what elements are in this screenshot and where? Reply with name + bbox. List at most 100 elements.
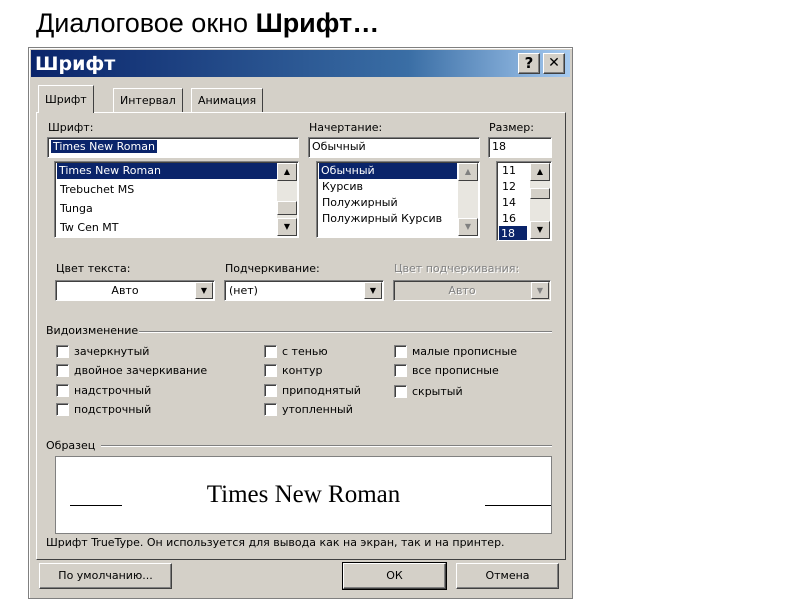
text-color-label: Цвет текста: bbox=[56, 262, 131, 275]
checkbox-label: скрытый bbox=[412, 385, 463, 398]
slide-title: Диалоговое окно Шрифт… bbox=[36, 8, 379, 39]
style-list-item-selected[interactable]: Обычный bbox=[319, 163, 457, 179]
font-list-scrollbar[interactable]: ▲ ▼ bbox=[277, 163, 297, 236]
down-arrow-icon[interactable]: ▼ bbox=[530, 221, 550, 239]
help-icon: ? bbox=[524, 54, 534, 72]
underline-color-value: Авто bbox=[448, 284, 476, 297]
tab-animation[interactable]: Анимация bbox=[191, 88, 264, 112]
checkbox-label: надстрочный bbox=[74, 384, 152, 397]
down-arrow-icon[interactable]: ▼ bbox=[458, 218, 478, 236]
effects-label: Видоизменение bbox=[46, 324, 139, 337]
sample-preview: Times New Roman bbox=[55, 456, 552, 534]
list-item[interactable]: Полужирный Курсив bbox=[320, 211, 444, 227]
down-arrow-icon[interactable]: ▼ bbox=[277, 218, 297, 236]
slide-title-bold: Шрифт… bbox=[255, 8, 380, 38]
list-item[interactable]: 12 bbox=[500, 179, 518, 195]
size-input[interactable]: 18 bbox=[488, 137, 552, 158]
style-value: Обычный bbox=[312, 140, 366, 153]
checkbox-label: контур bbox=[282, 364, 323, 377]
list-item[interactable]: 14 bbox=[500, 195, 518, 211]
checkbox-superscript[interactable] bbox=[56, 384, 69, 397]
list-item[interactable]: Tw Cen MT bbox=[58, 220, 121, 236]
tab-font[interactable]: Шрифт bbox=[38, 85, 94, 113]
checkbox-shadow[interactable] bbox=[264, 345, 277, 358]
sample-baseline-right bbox=[485, 505, 551, 506]
list-item[interactable]: Полужирный bbox=[320, 195, 400, 211]
underline-value: (нет) bbox=[229, 284, 258, 297]
checkbox-label: утопленный bbox=[282, 403, 353, 416]
chevron-down-icon[interactable]: ▼ bbox=[195, 282, 213, 299]
checkbox-small-caps[interactable] bbox=[394, 345, 407, 358]
checkbox-label: малые прописные bbox=[412, 345, 517, 358]
cancel-button[interactable]: Отмена bbox=[456, 563, 559, 589]
checkbox-engrave[interactable] bbox=[264, 403, 277, 416]
checkbox-label: приподнятый bbox=[282, 384, 361, 397]
button-label: По умолчанию... bbox=[58, 569, 153, 582]
checkbox-label: с тенью bbox=[282, 345, 328, 358]
list-item[interactable]: 16 bbox=[500, 211, 518, 227]
up-arrow-icon[interactable]: ▲ bbox=[277, 163, 297, 181]
style-label: Начертание: bbox=[309, 121, 383, 134]
size-list-scrollbar[interactable]: ▲ ▼ bbox=[530, 163, 550, 239]
list-item[interactable]: 11 bbox=[500, 163, 518, 179]
up-arrow-icon[interactable]: ▲ bbox=[530, 163, 550, 181]
default-button[interactable]: По умолчанию... bbox=[39, 563, 172, 589]
font-list-item-selected[interactable]: Times New Roman bbox=[57, 163, 279, 179]
checkbox-outline[interactable] bbox=[264, 364, 277, 377]
slide-title-prefix: Диалоговое окно bbox=[36, 8, 256, 38]
checkbox-all-caps[interactable] bbox=[394, 364, 407, 377]
size-list-item-selected[interactable]: 18 bbox=[499, 226, 527, 240]
list-item[interactable]: Tunga bbox=[58, 201, 95, 217]
tab-spacing[interactable]: Интервал bbox=[113, 88, 183, 112]
underline-color-select[interactable]: Авто ▼ bbox=[393, 280, 551, 301]
size-list[interactable]: 11 12 14 16 18 ▲ ▼ bbox=[496, 161, 552, 241]
size-value: 18 bbox=[492, 140, 506, 153]
checkbox-subscript[interactable] bbox=[56, 403, 69, 416]
checkbox-label: подстрочный bbox=[74, 403, 152, 416]
font-dialog: Шрифт ? ✕ Шрифт Интервал Анимация Шрифт:… bbox=[28, 47, 573, 599]
sample-divider bbox=[101, 445, 552, 447]
tab-label: Анимация bbox=[198, 94, 257, 107]
style-list-scrollbar[interactable]: ▲ ▼ bbox=[458, 163, 478, 236]
tab-label: Интервал bbox=[120, 94, 176, 107]
title-bar[interactable]: Шрифт ? ✕ bbox=[31, 50, 570, 77]
list-item[interactable]: Trebuchet MS bbox=[58, 182, 136, 198]
dialog-title: Шрифт bbox=[35, 53, 116, 75]
underline-color-label: Цвет подчеркивания: bbox=[394, 262, 520, 275]
font-label: Шрифт: bbox=[48, 121, 94, 134]
checkbox-label: двойное зачеркивание bbox=[74, 364, 208, 377]
style-input[interactable]: Обычный bbox=[308, 137, 480, 158]
up-arrow-icon[interactable]: ▲ bbox=[458, 163, 478, 181]
chevron-down-icon[interactable]: ▼ bbox=[531, 282, 549, 299]
style-list[interactable]: Обычный Курсив Полужирный Полужирный Кур… bbox=[316, 161, 480, 238]
font-list[interactable]: Times New Roman Trebuchet MS Tunga Tw Ce… bbox=[54, 161, 299, 238]
size-label: Размер: bbox=[489, 121, 534, 134]
checkbox-label: зачеркнутый bbox=[74, 345, 150, 358]
button-label: Отмена bbox=[485, 569, 530, 582]
ok-button[interactable]: ОК bbox=[342, 562, 447, 590]
underline-label: Подчеркивание: bbox=[225, 262, 320, 275]
button-label: ОК bbox=[386, 569, 403, 582]
checkbox-hidden[interactable] bbox=[394, 385, 407, 398]
effects-divider bbox=[139, 331, 552, 333]
close-button[interactable]: ✕ bbox=[543, 53, 565, 74]
checkbox-strikethrough[interactable] bbox=[56, 345, 69, 358]
text-color-select[interactable]: Авто ▼ bbox=[55, 280, 215, 301]
font-name-input[interactable]: Times New Roman bbox=[47, 137, 299, 158]
sample-label: Образец bbox=[46, 439, 96, 452]
checkbox-emboss[interactable] bbox=[264, 384, 277, 397]
tab-label: Шрифт bbox=[45, 93, 87, 106]
underline-select[interactable]: (нет) ▼ bbox=[224, 280, 384, 301]
sample-note: Шрифт TrueType. Он используется для выво… bbox=[46, 536, 505, 549]
sample-text: Times New Roman bbox=[206, 481, 401, 508]
help-button[interactable]: ? bbox=[518, 53, 540, 74]
chevron-down-icon[interactable]: ▼ bbox=[364, 282, 382, 299]
checkbox-double-strikethrough[interactable] bbox=[56, 364, 69, 377]
scroll-thumb[interactable] bbox=[277, 201, 297, 215]
checkbox-label: все прописные bbox=[412, 364, 499, 377]
font-name-value: Times New Roman bbox=[51, 140, 157, 153]
close-icon: ✕ bbox=[548, 55, 560, 71]
list-item[interactable]: Курсив bbox=[320, 179, 365, 195]
scroll-thumb[interactable] bbox=[530, 188, 550, 199]
text-color-value: Авто bbox=[111, 284, 139, 297]
